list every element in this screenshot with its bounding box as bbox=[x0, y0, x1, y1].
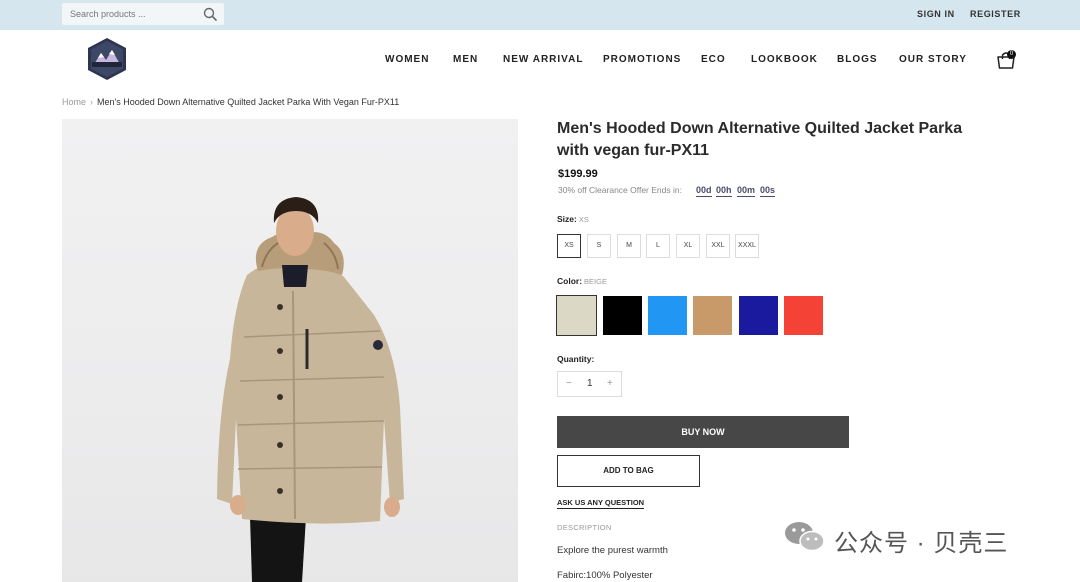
wechat-icon bbox=[785, 522, 825, 552]
color-swatch-beige[interactable] bbox=[556, 295, 597, 336]
nav-men[interactable]: MEN bbox=[453, 54, 478, 65]
quantity-decrease-button[interactable]: − bbox=[566, 378, 572, 389]
countdown-minutes: 00m bbox=[737, 185, 756, 197]
breadcrumb-home[interactable]: Home bbox=[62, 97, 86, 107]
nav-new-arrival[interactable]: NEW ARRIVAL bbox=[503, 54, 583, 65]
color-label: Color: BEIGE bbox=[557, 276, 607, 286]
search-input[interactable] bbox=[70, 6, 200, 22]
top-bar: SIGN IN REGISTER bbox=[0, 0, 1080, 30]
product-image[interactable] bbox=[62, 119, 518, 582]
product-title: Men's Hooded Down Alternative Quilted Ja… bbox=[557, 120, 963, 159]
color-swatch-red[interactable] bbox=[784, 296, 823, 335]
size-option-xs[interactable]: XS bbox=[557, 234, 581, 258]
nav-women[interactable]: WOMEN bbox=[385, 54, 429, 65]
size-option-m[interactable]: M bbox=[617, 234, 641, 258]
description-heading[interactable]: DESCRIPTION bbox=[557, 523, 612, 532]
size-option-l[interactable]: L bbox=[646, 234, 670, 258]
product-price: $199.99 bbox=[558, 168, 598, 180]
description-line-2: Fabirc:100% Polyester bbox=[557, 570, 653, 581]
nav-eco[interactable]: ECO bbox=[701, 54, 726, 65]
search-icon[interactable] bbox=[202, 6, 218, 22]
countdown-hours: 00h bbox=[716, 185, 732, 197]
breadcrumb: Home › Men's Hooded Down Alternative Quilt… bbox=[62, 97, 399, 107]
size-label-text: Size: bbox=[557, 214, 577, 224]
quantity-increase-button[interactable]: + bbox=[607, 378, 613, 389]
watermark-text: 公众号 · 贝壳三 bbox=[834, 530, 1009, 557]
size-label: Size: XS bbox=[557, 214, 589, 224]
nav-blogs[interactable]: BLOGS bbox=[837, 54, 878, 65]
color-swatch-blue[interactable] bbox=[648, 296, 687, 335]
color-swatch-tan[interactable] bbox=[693, 296, 732, 335]
countdown-seconds: 00s bbox=[760, 185, 776, 197]
quantity-label: Quantity: bbox=[557, 354, 595, 364]
color-swatch-navy[interactable] bbox=[739, 296, 778, 335]
size-option-s[interactable]: S bbox=[587, 234, 611, 258]
size-selected-value: XS bbox=[578, 215, 589, 224]
color-swatch-black[interactable] bbox=[603, 296, 642, 335]
product-photo-model bbox=[217, 197, 404, 582]
breadcrumb-separator: › bbox=[90, 97, 94, 107]
add-to-bag-button[interactable]: ADD TO BAG bbox=[557, 455, 700, 487]
nav-promotions[interactable]: PROMOTIONS bbox=[603, 54, 681, 65]
color-selected-value: BEIGE bbox=[584, 277, 607, 286]
breadcrumb-current: Men's Hooded Down Alternative Quilted Ja… bbox=[97, 97, 400, 107]
offer-text: 30% off Clearance Offer Ends in: bbox=[558, 185, 682, 195]
color-label-text: Color: bbox=[557, 276, 583, 286]
register-link[interactable]: REGISTER bbox=[970, 9, 1021, 19]
countdown-days: 00d bbox=[696, 185, 712, 197]
size-option-xl[interactable]: XL bbox=[676, 234, 700, 258]
buy-now-button[interactable]: BUY NOW bbox=[557, 416, 849, 448]
cart-count-badge: 0 bbox=[1007, 50, 1016, 59]
search-box[interactable] bbox=[62, 3, 224, 25]
quantity-value[interactable]: 1 bbox=[587, 378, 593, 389]
brand-logo[interactable] bbox=[86, 37, 128, 81]
size-option-xxl[interactable]: XXL bbox=[706, 234, 730, 258]
size-option-xxxl[interactable]: XXXL bbox=[735, 234, 759, 258]
description-line-1: Explore the purest warmth bbox=[557, 545, 668, 556]
quantity-stepper[interactable]: − 1 + bbox=[557, 371, 622, 397]
nav-our-story[interactable]: OUR STORY bbox=[899, 54, 967, 65]
ask-question-link[interactable]: ASK US ANY QUESTION bbox=[557, 498, 645, 509]
sign-in-link[interactable]: SIGN IN bbox=[917, 9, 955, 19]
nav-lookbook[interactable]: LOOKBOOK bbox=[751, 54, 818, 65]
